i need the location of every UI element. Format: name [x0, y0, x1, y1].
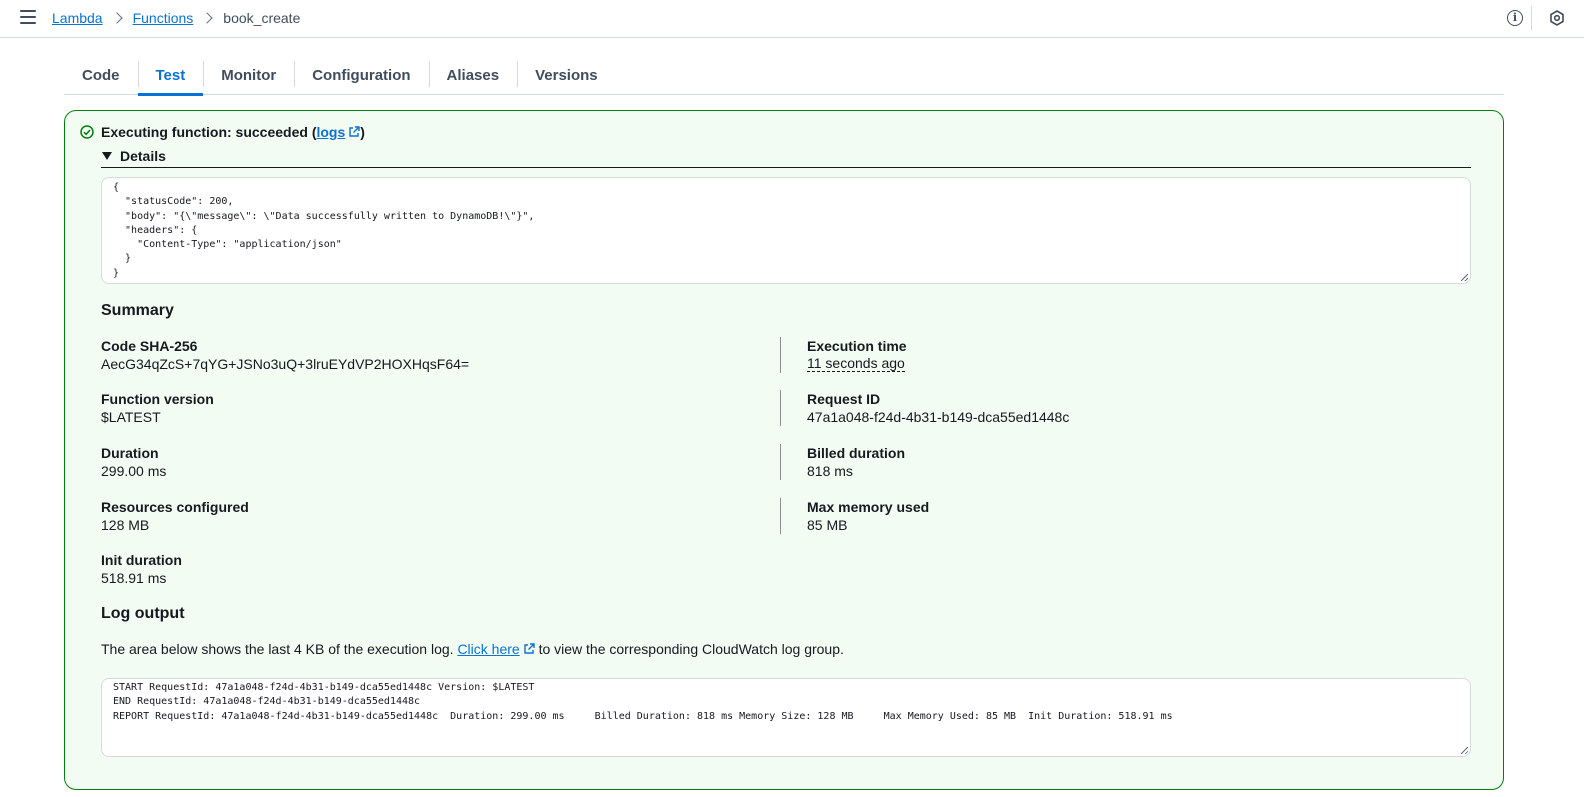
check-circle-icon: [80, 125, 94, 139]
summary-value: 818 ms: [807, 463, 853, 479]
log-output-area[interactable]: START RequestId: 47a1a048-f24d-4b31-b149…: [101, 678, 1471, 757]
summary-label: Function version: [101, 391, 214, 407]
tab-monitor[interactable]: Monitor: [203, 55, 294, 95]
column-divider: [780, 337, 781, 373]
cloudwatch-link-label: Click here: [457, 641, 520, 657]
summary-request-id: Request ID 47a1a048-f24d-4b31-b149-dca55…: [807, 390, 1069, 426]
column-divider: [780, 444, 781, 480]
tab-configuration[interactable]: Configuration: [294, 55, 428, 95]
log-output-description: The area below shows the last 4 KB of th…: [101, 641, 844, 657]
tab-aliases[interactable]: Aliases: [428, 55, 518, 95]
breadcrumb: Lambda Functions book_create: [52, 10, 300, 26]
execution-time-value[interactable]: 11 seconds ago: [807, 355, 905, 372]
column-divider: [780, 498, 781, 534]
execution-status: Executing function: succeeded ( logs ): [80, 124, 365, 140]
summary-duration: Duration 299.00 ms: [101, 444, 166, 480]
breadcrumb-functions-link[interactable]: Functions: [133, 10, 194, 26]
summary-label: Init duration: [101, 552, 182, 568]
summary-label: Duration: [101, 445, 159, 461]
hamburger-menu-icon[interactable]: [20, 10, 36, 26]
summary-label: Request ID: [807, 391, 881, 407]
execution-result-panel: Executing function: succeeded ( logs ) D…: [64, 110, 1504, 790]
breadcrumb-current-function: book_create: [223, 10, 301, 26]
info-icon[interactable]: i: [1507, 10, 1523, 26]
log-desc-text-after: to view the corresponding CloudWatch log…: [534, 641, 844, 657]
summary-label: Execution time: [807, 338, 907, 354]
log-output-text: START RequestId: 47a1a048-f24d-4b31-b149…: [113, 682, 1173, 722]
summary-label: Resources configured: [101, 499, 249, 515]
details-expander[interactable]: Details: [101, 145, 1471, 168]
summary-value: 299.00 ms: [101, 463, 167, 479]
column-divider: [780, 390, 781, 426]
external-link-icon: [349, 126, 360, 137]
summary-value: 85 MB: [807, 517, 848, 533]
chevron-right-icon: [201, 12, 213, 24]
settings-icon[interactable]: [1549, 10, 1565, 26]
summary-resources-configured: Resources configured 128 MB: [101, 498, 249, 534]
logs-link-label: logs: [316, 124, 346, 140]
summary-init-duration: Init duration 518.91 ms: [101, 551, 182, 587]
tab-code[interactable]: Code: [64, 55, 138, 95]
summary-value: AecG34qZcS+7qYG+JSNo3uQ+3lruEYdVP2HOXHqs…: [101, 356, 470, 372]
function-tabs: Code Test Monitor Configuration Aliases …: [64, 55, 1504, 96]
summary-label: Code SHA-256: [101, 338, 198, 354]
logs-link[interactable]: logs: [316, 124, 360, 140]
tab-versions[interactable]: Versions: [517, 55, 616, 95]
response-output[interactable]: { "statusCode": 200, "body": "{\"message…: [101, 177, 1471, 284]
resize-handle-icon[interactable]: [1461, 274, 1468, 281]
summary-label: Max memory used: [807, 499, 930, 515]
tab-test[interactable]: Test: [137, 55, 204, 96]
summary-billed-duration: Billed duration 818 ms: [807, 444, 905, 480]
summary-label: Billed duration: [807, 445, 905, 461]
breadcrumb-lambda-link[interactable]: Lambda: [52, 10, 103, 26]
log-output-heading: Log output: [101, 605, 185, 622]
resize-handle-icon[interactable]: [1461, 747, 1468, 754]
log-desc-text: The area below shows the last 4 KB of th…: [101, 641, 458, 657]
summary-value: 128 MB: [101, 517, 150, 533]
response-json: { "statusCode": 200, "body": "{\"message…: [113, 182, 535, 279]
summary-heading: Summary: [101, 302, 174, 319]
chevron-right-icon: [110, 12, 123, 24]
summary-value: 47a1a048-f24d-4b31-b149-dca55ed1448c: [807, 409, 1070, 425]
summary-value: $LATEST: [101, 409, 161, 425]
summary-execution-time: Execution time 11 seconds ago: [807, 337, 907, 372]
cloudwatch-link[interactable]: Click here: [457, 641, 535, 657]
status-text: Executing function: succeeded (: [101, 124, 317, 140]
summary-code-sha: Code SHA-256 AecG34qZcS+7qYG+JSNo3uQ+3lr…: [101, 337, 469, 373]
status-suffix: ): [360, 124, 365, 140]
caret-down-icon: [102, 152, 112, 160]
summary-max-memory-used: Max memory used 85 MB: [807, 498, 929, 534]
external-link-icon: [523, 643, 535, 654]
details-label: Details: [120, 148, 166, 164]
divider: [1531, 6, 1532, 30]
summary-function-version: Function version $LATEST: [101, 390, 214, 426]
summary-value: 518.91 ms: [101, 570, 167, 586]
top-navigation-bar: Lambda Functions book_create i: [0, 0, 1584, 38]
